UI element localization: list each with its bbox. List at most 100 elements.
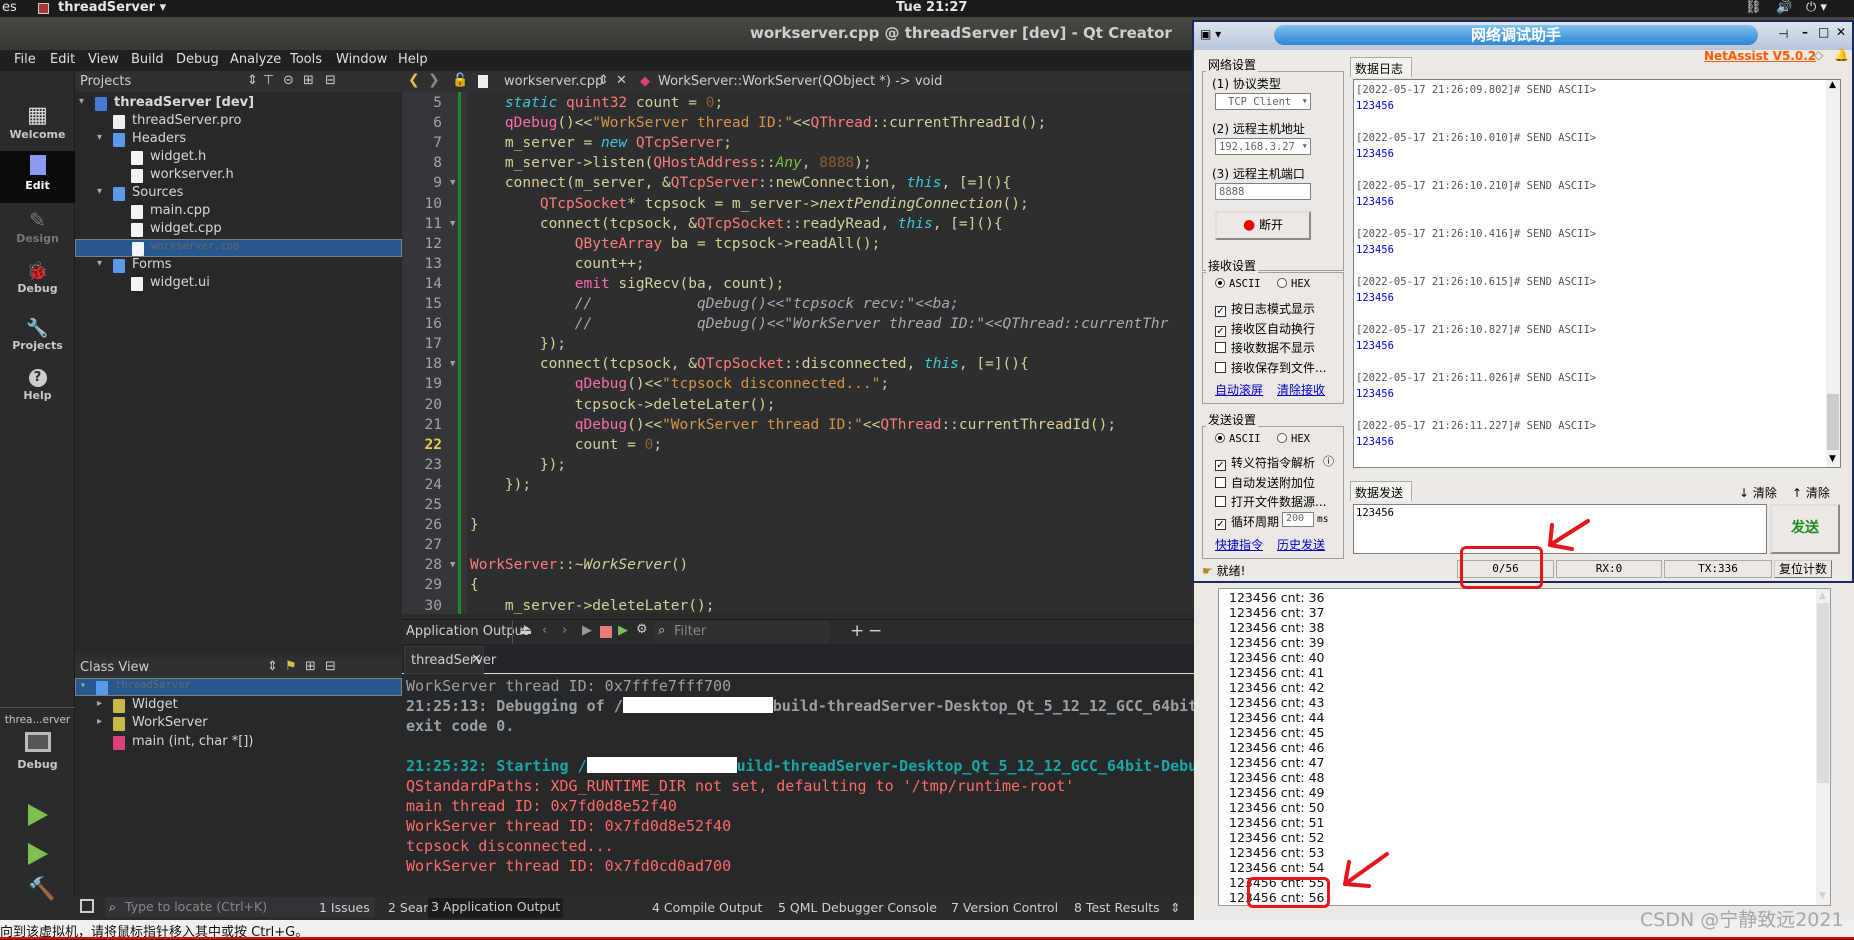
list-item[interactable]: 123456 cnt: 36 bbox=[1229, 590, 1324, 605]
maximize-button[interactable]: □ bbox=[1818, 25, 1829, 39]
activities-button[interactable]: es bbox=[2, 0, 17, 15]
output-pane-tab[interactable]: 5 QML Debugger Console bbox=[778, 900, 937, 915]
expand-arrow-icon[interactable]: ▾ bbox=[79, 96, 84, 107]
checkbox-send-2[interactable]: 打开文件数据源... bbox=[1215, 493, 1326, 510]
list-item[interactable]: 123456 cnt: 51 bbox=[1229, 815, 1324, 830]
code-line[interactable]: 19 qDebug()<<"tcpsock disconnected..."; bbox=[402, 374, 1194, 394]
mode-welcome[interactable]: ▦ Welcome bbox=[0, 103, 75, 141]
link-icon[interactable]: ⊝ bbox=[283, 73, 294, 88]
code-line[interactable]: 30 m_server->deleteLater(); bbox=[402, 596, 1194, 615]
mode-help[interactable]: ? Help bbox=[0, 369, 75, 402]
prev-icon[interactable]: ‹ bbox=[542, 623, 547, 638]
lock-icon[interactable]: 🔓 bbox=[452, 73, 468, 88]
list-item[interactable]: 123456 cnt: 49 bbox=[1229, 785, 1324, 800]
fold-arrow-icon[interactable]: ▼ bbox=[450, 214, 455, 234]
checkbox-send-1[interactable]: 自动发送附加位 bbox=[1215, 474, 1315, 491]
build-hammer-button[interactable]: 🔨 bbox=[28, 877, 55, 902]
checkbox-send-3[interactable]: ✓ 循环周期 bbox=[1215, 513, 1279, 531]
updown-icon[interactable]: ⇕ bbox=[247, 73, 258, 88]
code-line[interactable]: 6 qDebug()<<"WorkServer thread ID:"<<QTh… bbox=[402, 113, 1194, 133]
debug-run-button[interactable] bbox=[28, 843, 48, 865]
menu-window[interactable]: Window bbox=[336, 52, 387, 67]
code-line[interactable]: 16 // qDebug()<<"WorkServer thread ID:"<… bbox=[402, 314, 1194, 334]
send-hex-radio[interactable]: HEX bbox=[1277, 433, 1310, 445]
output-pane-tab[interactable]: 8 Test Results bbox=[1074, 900, 1160, 915]
attach-icon[interactable]: ⏏ bbox=[520, 623, 532, 638]
checkbox-send-0[interactable]: ✓ 转义符指令解析 bbox=[1215, 454, 1315, 471]
shortcut-cmd-link[interactable]: 快捷指令 bbox=[1215, 536, 1263, 553]
list-item[interactable]: 123456 cnt: 38 bbox=[1229, 620, 1324, 635]
menu-analyze[interactable]: Analyze bbox=[230, 52, 281, 67]
menu-file[interactable]: File bbox=[14, 52, 36, 67]
power-icon[interactable]: ⏻ ▾ bbox=[1806, 0, 1827, 15]
disconnect-button[interactable]: ● 断开 bbox=[1215, 211, 1311, 240]
toggle-sidebar-icon[interactable] bbox=[80, 899, 94, 913]
tree-item[interactable]: widget.ui bbox=[75, 275, 402, 293]
updown-icon[interactable]: ⇕ bbox=[598, 73, 609, 88]
tree-item[interactable]: widget.h bbox=[75, 149, 402, 167]
list-item[interactable]: 123456 cnt: 52 bbox=[1229, 830, 1324, 845]
code-line[interactable]: 20 tcpsock->deleteLater(); bbox=[402, 395, 1194, 415]
stop-icon[interactable] bbox=[600, 626, 612, 638]
history-send-link[interactable]: 历史发送 bbox=[1277, 536, 1325, 553]
recv-ascii-radio[interactable]: ASCII bbox=[1215, 278, 1261, 290]
auto-scroll-link[interactable]: 自动滚屏 bbox=[1215, 381, 1263, 398]
list-item[interactable]: 123456 cnt: 48 bbox=[1229, 770, 1324, 785]
output-tab-threadserver[interactable]: threadServer ✕ bbox=[404, 646, 496, 674]
checkbox-recv-1[interactable]: ✓ 接收区自动换行 bbox=[1215, 320, 1315, 337]
checkbox-recv-0[interactable]: ✓ 按日志模式显示 bbox=[1215, 300, 1315, 317]
filter-icon[interactable]: ⊤ bbox=[263, 73, 274, 88]
code-line[interactable]: 9 ▼ connect(m_server, &QTcpServer::newCon… bbox=[402, 173, 1194, 193]
clear-count-button[interactable]: ↑ 清除 bbox=[1792, 484, 1830, 501]
recv-hex-radio[interactable]: HEX bbox=[1277, 278, 1310, 290]
mode-debug[interactable]: 🐞 Debug bbox=[0, 261, 75, 295]
menu-help[interactable]: Help bbox=[398, 52, 428, 67]
tree-item[interactable]: ▾ threadServer [dev] bbox=[75, 95, 402, 113]
code-line[interactable]: 13 count++; bbox=[402, 254, 1194, 274]
settings-icon[interactable]: ⚙ bbox=[636, 622, 648, 637]
menu-debug[interactable]: Debug bbox=[176, 52, 219, 67]
symbol-select[interactable]: WorkServer::WorkServer(QObject *) -> voi… bbox=[658, 74, 942, 89]
scroll-down-icon[interactable]: ▼ bbox=[1819, 891, 1826, 901]
open-file-select[interactable]: workserver.cpp bbox=[504, 74, 603, 89]
list-item[interactable]: 123456 cnt: 50 bbox=[1229, 800, 1324, 815]
list-scrollbar[interactable]: ▲ ▼ bbox=[1816, 589, 1830, 905]
tree-item[interactable]: ▾ Forms bbox=[75, 257, 402, 275]
code-line[interactable]: 29 { bbox=[402, 575, 1194, 595]
tree-item[interactable]: workserver.cpp bbox=[75, 239, 402, 257]
list-item[interactable]: 123456 cnt: 41 bbox=[1229, 665, 1324, 680]
application-output[interactable]: WorkServer thread ID: 0x7fffe7fff700 21:2… bbox=[402, 675, 1194, 896]
scroll-up-icon[interactable]: ▲ bbox=[1829, 80, 1836, 90]
tree-item[interactable]: workserver.h bbox=[75, 167, 402, 185]
fold-arrow-icon[interactable]: ▼ bbox=[450, 354, 455, 374]
remote-host-select[interactable]: 192.168.3.27 ▾ bbox=[1215, 138, 1311, 155]
info-icon[interactable]: ⓘ bbox=[1323, 453, 1334, 469]
code-editor[interactable]: 5 static quint32 count = 0; 6 qDebug()<<"… bbox=[402, 92, 1194, 614]
updown-icon[interactable]: ⇕ bbox=[267, 659, 278, 674]
zoom-out-icon[interactable]: − bbox=[868, 621, 882, 641]
scroll-up-icon[interactable]: ▲ bbox=[1819, 591, 1826, 601]
output-pane-tab[interactable]: 7 Version Control bbox=[951, 900, 1058, 915]
list-item[interactable]: 123456 cnt: 45 bbox=[1229, 725, 1324, 740]
forward-icon[interactable]: ❯ bbox=[428, 72, 440, 88]
back-icon[interactable]: ❮ bbox=[408, 72, 420, 88]
code-line[interactable]: 8 m_server->listen(QHostAddress::Any, 88… bbox=[402, 153, 1194, 173]
class-sync-icon[interactable]: ⚑ bbox=[285, 659, 297, 674]
list-item[interactable]: 123456 cnt: 47 bbox=[1229, 755, 1324, 770]
classview-title[interactable]: Class View bbox=[80, 660, 149, 675]
network-icon[interactable]: ⛓ bbox=[1745, 0, 1762, 15]
list-item[interactable]: 123456 cnt: 37 bbox=[1229, 605, 1324, 620]
remote-port-input[interactable]: 8888 bbox=[1215, 183, 1311, 200]
tab-data-send[interactable]: 数据发送 bbox=[1350, 481, 1412, 501]
mode-design[interactable]: ✎ Design bbox=[0, 208, 75, 245]
code-line[interactable]: 24 }); bbox=[402, 475, 1194, 495]
list-item[interactable]: 123456 cnt: 54 bbox=[1229, 860, 1324, 875]
run-button[interactable] bbox=[28, 804, 48, 826]
expand-arrow-icon[interactable]: ▾ bbox=[80, 680, 86, 691]
list-item[interactable]: 123456 cnt: 40 bbox=[1229, 650, 1324, 665]
code-line[interactable]: 11 ▼ connect(tcpsock, &QTcpSocket::readyR… bbox=[402, 214, 1194, 234]
scroll-thumb[interactable] bbox=[1817, 603, 1829, 783]
class-item[interactable]: main (int, char *[]) bbox=[75, 734, 402, 752]
close-button[interactable]: ✕ bbox=[1836, 25, 1846, 39]
output-pane-tab[interactable]: 1 Issues bbox=[319, 900, 370, 915]
